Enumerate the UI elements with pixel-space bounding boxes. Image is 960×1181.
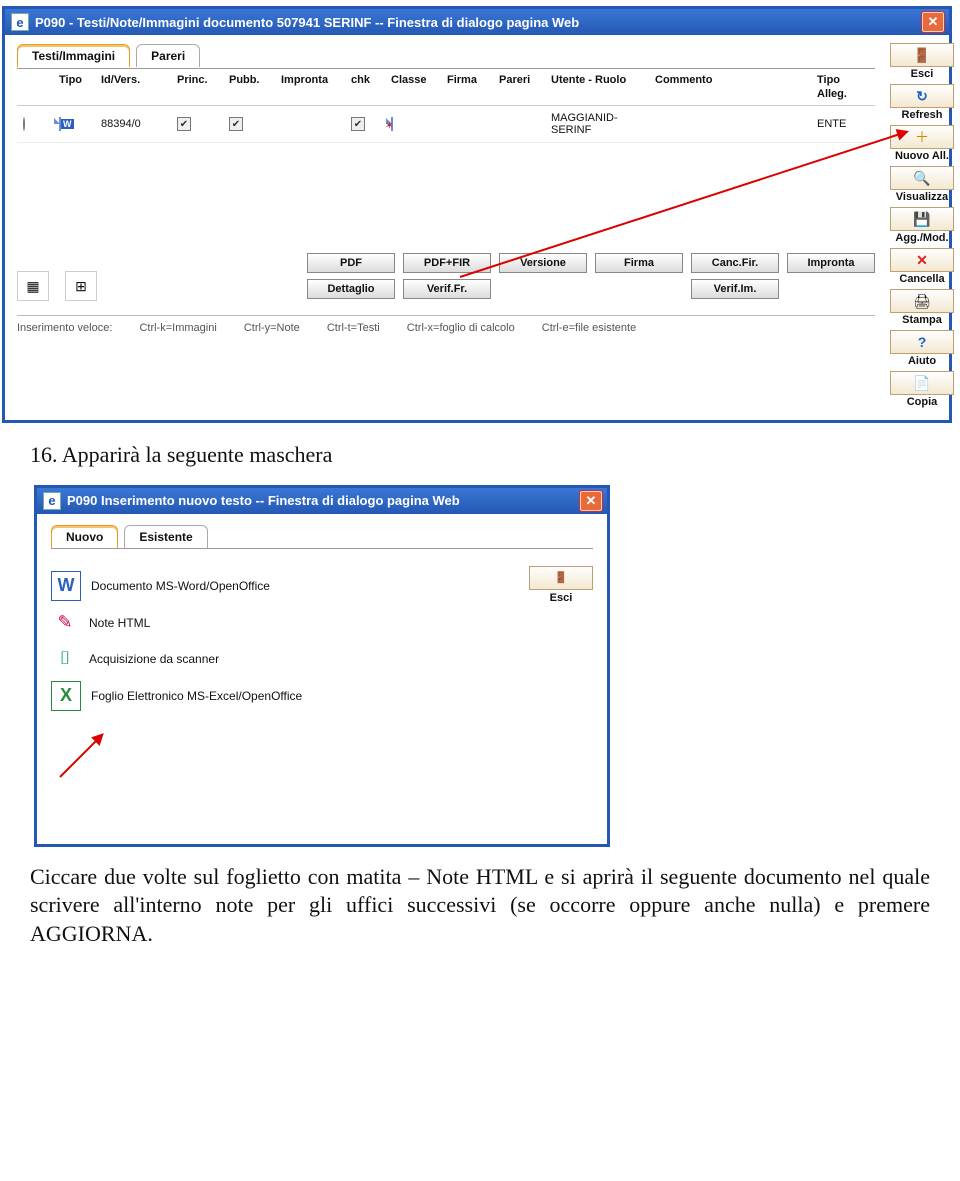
classe-doc-icon[interactable] [391,117,393,131]
cancfir-button[interactable]: Canc.Fir. [691,253,779,273]
col-utente: Utente - Ruolo [545,73,649,87]
pdf-button[interactable]: PDF [307,253,395,273]
esci-button-2[interactable]: 🚪 Esci [529,566,593,604]
window-title-2: P090 Inserimento nuovo testo -- Finestra… [67,493,579,508]
col-commento: Commento [649,73,811,87]
option-scanner[interactable]: ⌷ Acquisizione da scanner [51,645,593,673]
sidebar-aiuto[interactable]: ?Aiuto [890,330,954,367]
sidebar: 🚪Esci ↻Refresh ＋Nuovo All. 🔍Visualizza 💾… [883,35,960,420]
tabs-2: Nuovo Esistente [51,524,593,547]
close-icon[interactable]: ✕ [921,11,945,33]
shortcut-hint: Inserimento veloce: Ctrl-k=Immagini Ctrl… [17,315,875,338]
col-tipoalleg: Tipo Alleg. [811,73,875,101]
refresh-icon: ↻ [916,88,928,105]
pubb-checkbox[interactable]: ✔ [229,117,243,131]
tab-pareri[interactable]: Pareri [136,44,200,67]
col-pubb: Pubb. [223,73,275,87]
col-id: Id/Vers. [95,73,171,87]
row-radio[interactable] [23,117,25,131]
instruction-paragraph: Ciccare due volte sul foglietto con mati… [0,847,960,979]
option-word[interactable]: W Documento MS-Word/OpenOffice [51,571,593,601]
help-icon: ? [918,334,927,350]
sidebar-stampa[interactable]: 🖨Stampa [890,289,954,326]
row-utente: MAGGIANID-SERINF [545,112,649,136]
word-doc-icon[interactable] [59,117,61,131]
dettaglio-button[interactable]: Dettaglio [307,279,395,299]
close-icon[interactable]: ✕ [579,490,603,512]
firma-button[interactable]: Firma [595,253,683,273]
col-classe: Classe [385,73,441,87]
scanner-icon: ⌷ [51,645,79,673]
sidebar-esci[interactable]: 🚪Esci [890,43,954,80]
table-row[interactable]: 88394/0 ✔ ✔ ✔ MAGGIANID-SERINF ENTE [17,106,875,143]
pencil-note-icon: ✎ [51,609,79,637]
new-icon: ＋ [915,127,929,147]
col-chk: chk [345,73,385,87]
delete-icon: ✕ [916,252,928,269]
dialog-texts-notes: e P090 - Testi/Note/Immagini documento 5… [2,6,952,423]
view-icon: 🔍 [913,170,930,187]
option-note-html[interactable]: ✎ Note HTML [51,609,593,637]
col-impronta: Impronta [275,73,345,87]
tab-testi-immagini[interactable]: Testi/Immagini [17,44,130,67]
option-excel[interactable]: X Foglio Elettronico MS-Excel/OpenOffice [51,681,593,711]
tree-icon[interactable]: ⊞ [65,271,97,301]
col-pareri: Pareri [493,73,545,87]
sidebar-aggmod[interactable]: 💾Agg./Mod. [890,207,954,244]
col-firma: Firma [441,73,493,87]
app-icon: e [43,492,61,510]
excel-icon: X [51,681,81,711]
titlebar: e P090 - Testi/Note/Immagini documento 5… [5,9,949,35]
table-header: Tipo Id/Vers. Princ. Pubb. Impronta chk … [17,68,875,106]
exit-icon: 🚪 [554,571,568,584]
app-icon: e [11,13,29,31]
titlebar-2: e P090 Inserimento nuovo testo -- Finest… [37,488,607,514]
print-icon: 🖨 [913,293,931,310]
versione-button[interactable]: Versione [499,253,587,273]
princ-checkbox[interactable]: ✔ [177,117,191,131]
tab-esistente[interactable]: Esistente [124,525,207,548]
save-icon: 💾 [913,211,930,228]
hint-label: Inserimento veloce: [17,322,112,334]
tabs: Testi/Immagini Pareri [17,43,875,66]
verifim-button[interactable]: Verif.Im. [691,279,779,299]
office-icon[interactable]: ▦ [17,271,49,301]
sidebar-visualizza[interactable]: 🔍Visualizza [890,166,954,203]
row-id: 88394/0 [95,118,171,130]
dialog-insert-new-text: e P090 Inserimento nuovo testo -- Finest… [34,485,610,847]
chk-checkbox[interactable]: ✔ [351,117,365,131]
col-princ: Princ. [171,73,223,87]
toolbar-icons: ▦ ⊞ [17,271,97,301]
sidebar-refresh[interactable]: ↻Refresh [890,84,954,121]
veriffr-button[interactable]: Verif.Fr. [403,279,491,299]
tab-nuovo[interactable]: Nuovo [51,525,118,548]
copy-icon: 📄 [913,375,930,392]
sidebar-cancella[interactable]: ✕Cancella [890,248,954,285]
word-icon: W [51,571,81,601]
row-tipoalleg: ENTE [811,118,875,130]
impronta-button[interactable]: Impronta [787,253,875,273]
sidebar-copia[interactable]: 📄Copia [890,371,954,408]
window-title: P090 - Testi/Note/Immagini documento 507… [35,15,921,30]
instruction-step-16: 16. Apparirà la seguente maschera [0,423,960,475]
col-tipo: Tipo [53,73,95,87]
exit-icon: 🚪 [913,47,930,64]
